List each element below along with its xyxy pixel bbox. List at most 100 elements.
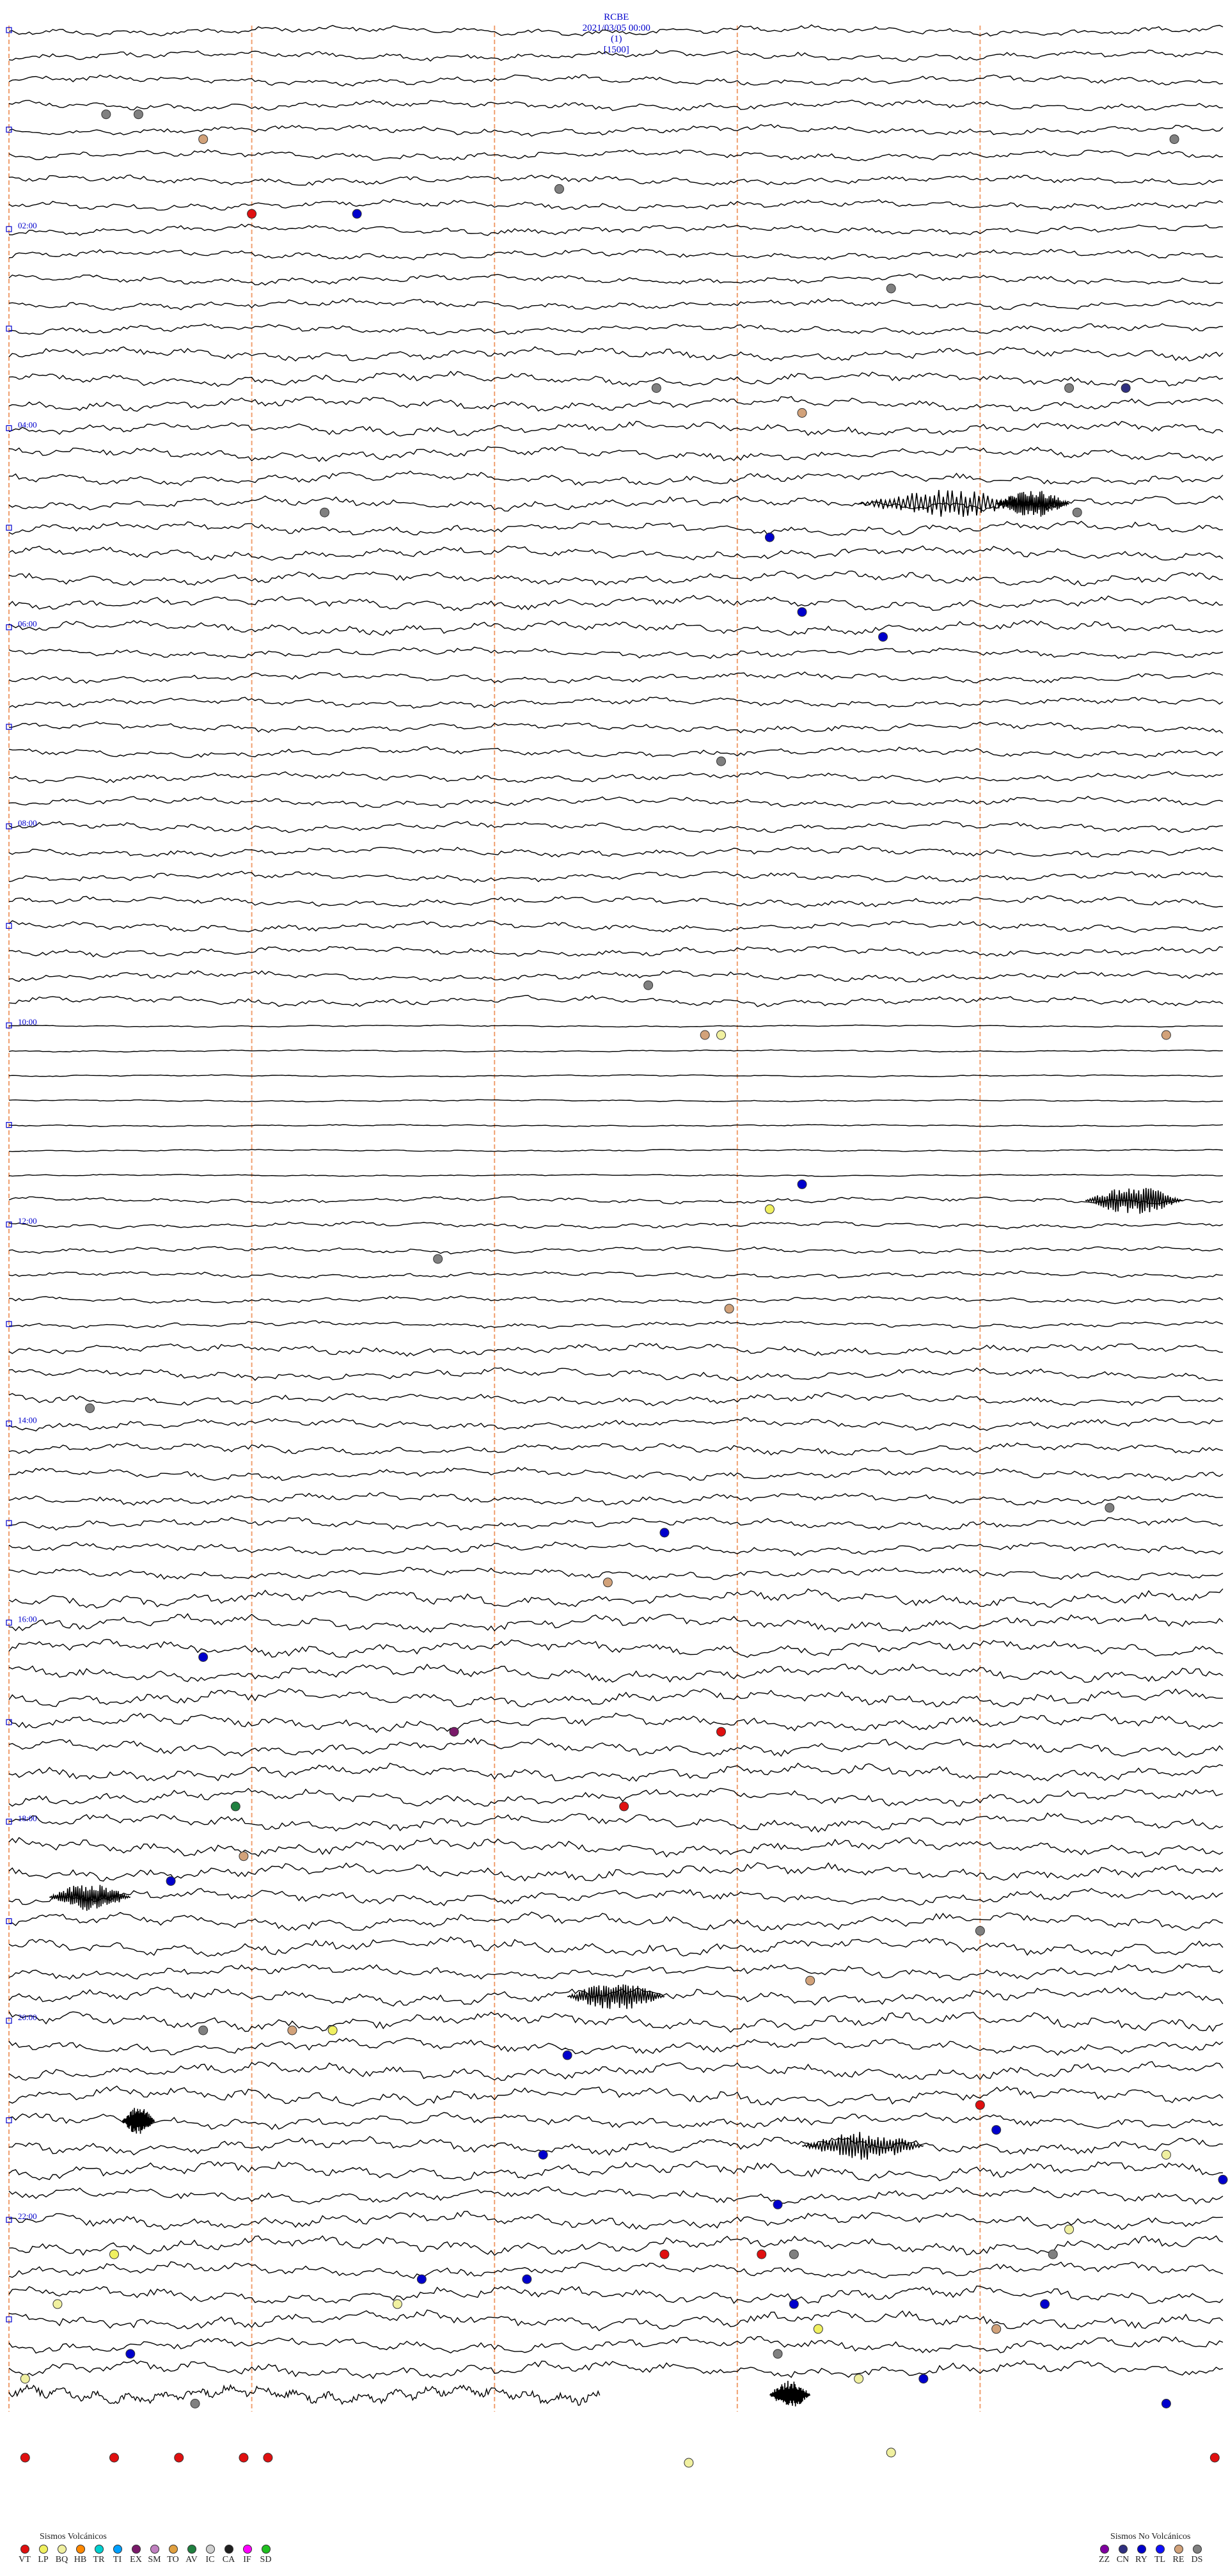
event-marker-bq <box>20 2374 30 2384</box>
legend-code-label: EX <box>130 2555 142 2564</box>
trace-line <box>8 1442 1224 1456</box>
hour-label: 20:00 <box>18 2012 37 2022</box>
trace-line <box>8 821 1224 834</box>
event-marker-re <box>239 1851 249 1861</box>
seismic-burst <box>801 2131 924 2160</box>
legend-nonvolcanic-cn: CN <box>1114 2545 1132 2565</box>
legend-code-label: IC <box>205 2555 215 2564</box>
event-marker-vt <box>1209 2453 1220 2463</box>
hour-label: 04:00 <box>18 420 37 429</box>
event-marker-ds <box>1064 383 1074 393</box>
event-marker-re <box>724 1304 734 1314</box>
trace-line <box>8 149 1224 162</box>
legend-nonvolcanic-ds: DS <box>1188 2545 1206 2565</box>
trace-line <box>8 2235 1224 2256</box>
trace-line <box>8 1837 1224 1858</box>
event-marker-ds <box>1072 507 1082 518</box>
trace-line <box>8 846 1224 858</box>
legend-code-label: CA <box>222 2555 235 2564</box>
trace-line <box>8 420 1224 437</box>
legend-volcanic-tr: TR <box>90 2545 108 2565</box>
event-marker-av <box>230 1801 240 1812</box>
event-marker-vt <box>716 1727 726 1737</box>
trace-line <box>8 1343 1224 1357</box>
event-marker-lp <box>813 2324 823 2334</box>
trace-line <box>8 1588 1224 1609</box>
trace-line <box>8 646 1224 660</box>
event-marker-vt <box>239 2453 249 2463</box>
event-marker-re <box>198 134 209 145</box>
event-marker-re <box>602 1577 613 1588</box>
hour-label: 18:00 <box>18 1813 37 1823</box>
trace-line <box>8 2359 1224 2380</box>
legend-code-label: VT <box>19 2555 31 2564</box>
event-marker-ds <box>789 2249 799 2259</box>
legend-swatch-icon <box>57 2545 67 2554</box>
legend-volcanic-ti: TI <box>108 2545 127 2565</box>
event-marker-ry <box>1040 2299 1050 2309</box>
trace-line <box>8 1467 1224 1482</box>
event-marker-ry <box>797 1179 807 1189</box>
event-marker-vt <box>659 2249 670 2259</box>
event-marker-ds <box>133 109 143 120</box>
event-marker-ds <box>975 1925 985 1936</box>
trace-line <box>8 2085 1224 2107</box>
event-marker-ds <box>198 2025 209 2035</box>
event-marker-vt <box>109 2453 119 2463</box>
event-marker-ry <box>1161 2399 1171 2408</box>
trace-line <box>8 99 1224 111</box>
trace-line <box>8 2136 1224 2156</box>
trace-line <box>8 1221 1224 1229</box>
legend-code-label: SD <box>260 2555 272 2564</box>
event-marker-ry <box>125 2349 136 2359</box>
event-marker-ds <box>190 2399 200 2408</box>
legend-code-label: IF <box>243 2555 251 2564</box>
hour-label: 10:00 <box>18 1017 37 1027</box>
event-marker-ds <box>554 184 564 194</box>
trace-line <box>8 1567 1224 1581</box>
event-marker-ds <box>1048 2249 1058 2259</box>
trace-line <box>8 1295 1224 1304</box>
legend-code-label: TL <box>1154 2555 1166 2564</box>
legend-code-label: DS <box>1191 2555 1203 2564</box>
hour-label: 14:00 <box>18 1415 37 1425</box>
event-marker-ry <box>416 2274 427 2284</box>
legend-nonvolcanic-zz: ZZ <box>1095 2545 1114 2565</box>
trace-line <box>8 746 1224 759</box>
trace-line <box>8 697 1224 709</box>
trace-line <box>8 446 1224 462</box>
trace-line <box>8 1270 1224 1279</box>
legend-swatch-icon <box>261 2545 271 2554</box>
trace-line <box>8 995 1224 1007</box>
trace-line <box>8 1124 1224 1128</box>
event-marker-vt <box>263 2453 273 2463</box>
trace-line <box>8 2186 1224 2205</box>
trace-line <box>8 1911 1224 1931</box>
trace-line <box>8 470 1224 486</box>
trace-line <box>8 671 1224 684</box>
legend-volcanic-ic: IC <box>201 2545 219 2565</box>
event-marker-ry <box>991 2125 1002 2135</box>
trace-line <box>8 174 1224 186</box>
legend-swatch-icon <box>1192 2545 1202 2554</box>
trace-line <box>8 594 1224 612</box>
event-marker-ry <box>352 209 362 219</box>
trace-line <box>8 24 1224 37</box>
trace-line <box>8 1541 1224 1556</box>
trace-line <box>8 1392 1224 1407</box>
legend-nonvolcanic-title: Sismos No Volcánicos <box>1110 2532 1191 2541</box>
legend-swatch-icon <box>1155 2545 1165 2554</box>
trace-line <box>8 346 1224 362</box>
seismic-burst <box>49 1885 131 1911</box>
trace-line <box>8 1762 1224 1782</box>
legend-code-label: CN <box>1116 2555 1130 2564</box>
event-marker-bq <box>1064 2224 1074 2234</box>
legend-swatch-icon <box>1118 2545 1128 2554</box>
trace-line <box>8 1245 1224 1254</box>
legend-swatch-icon <box>187 2545 196 2554</box>
trace-line <box>8 2335 1224 2354</box>
event-marker-vt <box>975 2100 985 2110</box>
event-marker-bq <box>854 2374 864 2384</box>
seismic-burst <box>996 491 1069 517</box>
event-marker-ry <box>1218 2174 1228 2185</box>
